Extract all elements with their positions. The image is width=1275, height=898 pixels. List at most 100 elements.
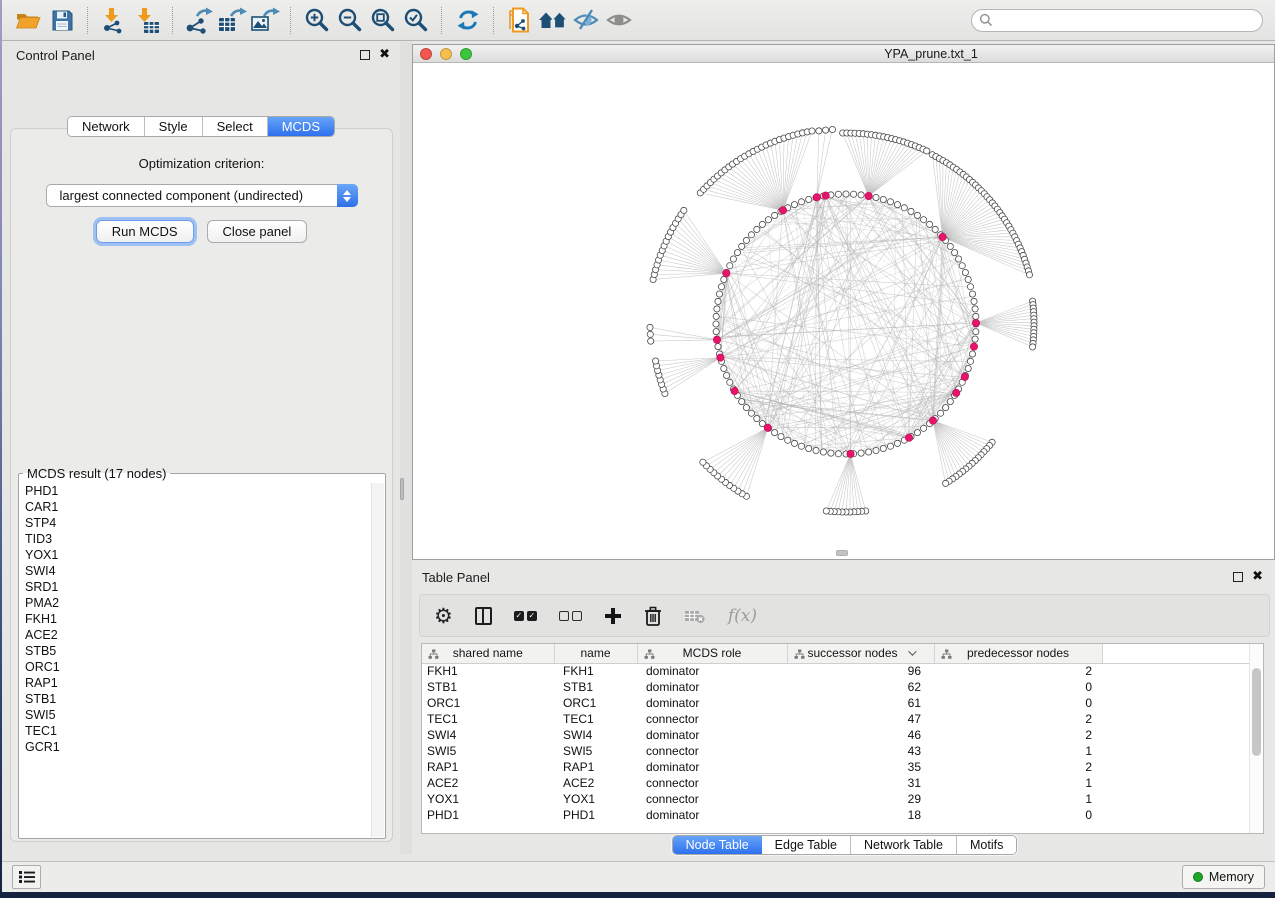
table-cell[interactable]: TEC1	[422, 711, 554, 727]
share-document-icon[interactable]	[503, 4, 536, 36]
mcds-result-item[interactable]: FKH1	[20, 611, 384, 627]
table-cell[interactable]: dominator	[637, 679, 787, 695]
import-table-icon[interactable]	[130, 4, 163, 36]
table-row[interactable]: SWI4SWI4dominator462	[422, 727, 1250, 743]
export-network-icon[interactable]	[182, 4, 215, 36]
hide-details-eye-icon[interactable]	[569, 4, 602, 36]
table-cell[interactable]: PHD1	[554, 807, 637, 823]
table-cell[interactable]: 2	[934, 711, 1102, 727]
table-cell[interactable]: 47	[787, 711, 934, 727]
table-cell[interactable]: dominator	[637, 727, 787, 743]
column-header-successor-nodes[interactable]: successor nodes	[787, 644, 934, 663]
float-table-panel-icon[interactable]	[1233, 572, 1243, 582]
mcds-result-item[interactable]: RAP1	[20, 675, 384, 691]
table-cell[interactable]: 61	[787, 695, 934, 711]
table-cell[interactable]: YOX1	[422, 791, 554, 807]
tab-mcds[interactable]: MCDS	[268, 117, 334, 136]
tab-select[interactable]: Select	[203, 117, 268, 136]
mcds-result-item[interactable]: PMA2	[20, 595, 384, 611]
export-table-icon[interactable]	[215, 4, 248, 36]
table-cell[interactable]: 43	[787, 743, 934, 759]
network-window-titlebar[interactable]: YPA_prune.txt_1	[413, 45, 1274, 63]
table-cell[interactable]: 18	[787, 807, 934, 823]
mcds-result-item[interactable]: SRD1	[20, 579, 384, 595]
mcds-result-item[interactable]: TEC1	[20, 723, 384, 739]
table-cell[interactable]: PHD1	[422, 807, 554, 823]
table-row[interactable]: PHD1PHD1dominator180	[422, 807, 1250, 823]
task-history-button[interactable]	[12, 865, 41, 889]
table-cell[interactable]: dominator	[637, 695, 787, 711]
table-cell[interactable]: FKH1	[554, 663, 637, 679]
houses-icon[interactable]	[536, 4, 569, 36]
search-input[interactable]	[998, 11, 1262, 29]
table-row[interactable]: TEC1TEC1connector472	[422, 711, 1250, 727]
table-row[interactable]: YOX1YOX1connector291	[422, 791, 1250, 807]
table-cell[interactable]: ORC1	[422, 695, 554, 711]
search-field[interactable]	[971, 9, 1263, 32]
table-cell[interactable]: dominator	[637, 759, 787, 775]
column-header-predecessor-nodes[interactable]: predecessor nodes	[934, 644, 1102, 663]
deselect-all-columns-icon[interactable]	[559, 611, 582, 621]
delete-column-icon[interactable]	[644, 606, 662, 626]
table-cell[interactable]: RAP1	[554, 759, 637, 775]
table-cell[interactable]: dominator	[637, 663, 787, 679]
column-header-name[interactable]: name	[554, 644, 637, 663]
table-cell[interactable]: 35	[787, 759, 934, 775]
mcds-result-item[interactable]: CAR1	[20, 499, 384, 515]
table-cell[interactable]: 31	[787, 775, 934, 791]
table-cell[interactable]: connector	[637, 711, 787, 727]
column-header-shared-name[interactable]: shared name	[422, 644, 554, 663]
tab-network[interactable]: Network	[68, 117, 145, 136]
mcds-result-item[interactable]: STP4	[20, 515, 384, 531]
criterion-dropdown[interactable]: largest connected component (undirected)	[46, 184, 358, 207]
table-cell[interactable]: RAP1	[422, 759, 554, 775]
mcds-result-item[interactable]: SWI5	[20, 707, 384, 723]
panel-divider[interactable]	[400, 42, 412, 854]
table-row[interactable]: FKH1FKH1dominator962	[422, 663, 1250, 679]
mcds-result-item[interactable]: SWI4	[20, 563, 384, 579]
table-cell[interactable]: 46	[787, 727, 934, 743]
zoom-out-icon[interactable]	[333, 4, 366, 36]
table-cell[interactable]: SWI4	[554, 727, 637, 743]
function-builder-icon[interactable]: f(x)	[728, 606, 757, 626]
table-cell[interactable]: YOX1	[554, 791, 637, 807]
float-panel-icon[interactable]	[360, 50, 370, 60]
network-canvas[interactable]	[413, 64, 1274, 559]
table-cell[interactable]: connector	[637, 791, 787, 807]
mcds-result-item[interactable]: PHD1	[20, 483, 384, 499]
table-cell[interactable]: 62	[787, 679, 934, 695]
zoom-fit-icon[interactable]	[366, 4, 399, 36]
mcds-result-item[interactable]: STB5	[20, 643, 384, 659]
show-columns-icon[interactable]	[475, 607, 492, 625]
mcds-result-item[interactable]: STB1	[20, 691, 384, 707]
close-table-panel-icon[interactable]: ✖	[1252, 572, 1263, 582]
show-details-eye-icon[interactable]	[602, 4, 635, 36]
mcds-result-item[interactable]: ORC1	[20, 659, 384, 675]
table-cell[interactable]: connector	[637, 775, 787, 791]
table-cell[interactable]: 1	[934, 775, 1102, 791]
table-cell[interactable]: 1	[934, 743, 1102, 759]
refresh-icon[interactable]	[451, 4, 484, 36]
table-cell[interactable]: 0	[934, 679, 1102, 695]
export-image-icon[interactable]	[248, 4, 281, 36]
select-all-columns-icon[interactable]: ✓✓	[514, 611, 537, 621]
delete-table-icon[interactable]	[684, 608, 706, 624]
table-cell[interactable]: 1	[934, 791, 1102, 807]
table-cell[interactable]: 2	[934, 727, 1102, 743]
table-cell[interactable]: FKH1	[422, 663, 554, 679]
table-row[interactable]: ORC1ORC1dominator610	[422, 695, 1250, 711]
memory-button[interactable]: Memory	[1182, 865, 1265, 889]
tab-edge-table[interactable]: Edge Table	[762, 836, 851, 854]
table-cell[interactable]: SWI4	[422, 727, 554, 743]
column-header-MCDS-role[interactable]: MCDS role	[637, 644, 787, 663]
table-cell[interactable]: dominator	[637, 807, 787, 823]
mcds-result-item[interactable]: GCR1	[20, 739, 384, 755]
table-cell[interactable]: SWI5	[554, 743, 637, 759]
table-cell[interactable]: connector	[637, 743, 787, 759]
table-cell[interactable]: 96	[787, 663, 934, 679]
table-row[interactable]: ACE2ACE2connector311	[422, 775, 1250, 791]
table-cell[interactable]: 0	[934, 807, 1102, 823]
table-vscroll[interactable]	[1249, 644, 1263, 833]
mcds-result-scrollbar[interactable]	[371, 483, 384, 837]
import-network-icon[interactable]	[97, 4, 130, 36]
